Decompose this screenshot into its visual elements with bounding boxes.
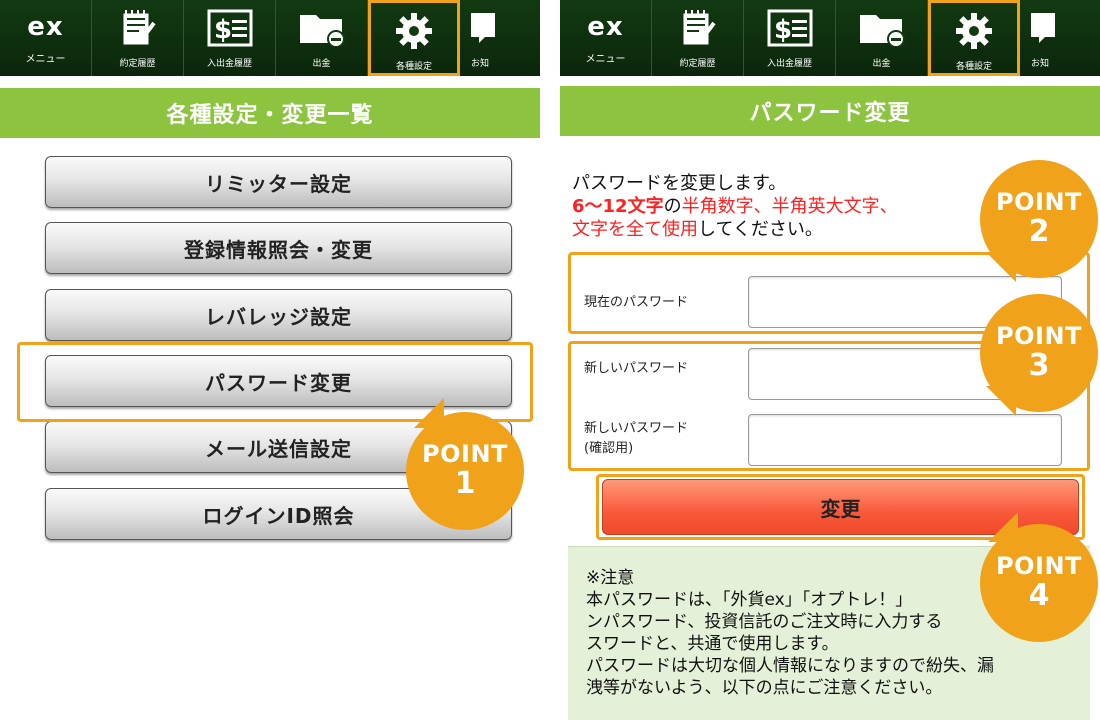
page-title: 各種設定・変更一覧	[0, 88, 540, 138]
point-number: 1	[454, 466, 476, 501]
current-password-label: 現在のパスワード	[584, 295, 689, 310]
notice-line: 洩等がないよう、以下の点にご注意ください。	[586, 678, 943, 698]
dollar-document-icon: $	[766, 6, 814, 50]
notice-line: スワードと、共通で使用します。	[586, 634, 839, 654]
gear-icon	[950, 9, 998, 53]
nav-label: メニュー	[25, 54, 66, 65]
length-requirement: 6～12文字	[572, 196, 664, 217]
badge-tail	[988, 512, 1018, 542]
nav-item-deposit-history[interactable]: $ 入出金履歴	[744, 0, 836, 76]
nav-item-trade-history[interactable]: 約定履歴	[92, 0, 184, 76]
instruction-ending: してください。	[698, 219, 823, 240]
nav-label: お知	[1030, 59, 1049, 69]
nav-label: 各種設定	[395, 62, 432, 72]
point-badge-1: POINT 1	[406, 398, 524, 530]
badge-tail	[414, 398, 444, 428]
instruction-particle: の	[663, 196, 682, 217]
notice-icon	[456, 6, 504, 50]
nav-item-withdraw[interactable]: 出金	[276, 0, 368, 76]
registration-info-button[interactable]: 登録情報照会・変更	[45, 222, 512, 274]
nav-label: お知	[470, 59, 489, 69]
screenshot-stage: ex メニュー 約定履歴 $ 入出金履歴 出金 各種設定 お知 各種設定・変更一…	[0, 0, 1100, 720]
nav-item-menu[interactable]: ex メニュー	[0, 0, 92, 76]
svg-text:$: $	[774, 15, 792, 45]
nav-item-notices[interactable]: お知	[460, 0, 500, 76]
nav-label: 各種設定	[955, 62, 992, 72]
point-number: 4	[1028, 578, 1050, 613]
gear-icon	[390, 9, 438, 53]
point-word: POINT	[996, 188, 1082, 216]
point-number: 2	[1028, 214, 1050, 249]
point-word: POINT	[996, 552, 1082, 580]
notepad-check-icon	[114, 6, 162, 50]
confirm-password-input[interactable]	[748, 414, 1062, 466]
nav-label: 出金	[872, 59, 891, 69]
confirm-password-label: 新しいパスワード	[584, 421, 689, 436]
ex-logo-icon: ex	[587, 12, 624, 42]
charset-requirement-cont: 文字を全て使用	[572, 219, 698, 240]
svg-text:$: $	[214, 15, 232, 45]
nav-item-settings[interactable]: 各種設定	[368, 0, 460, 76]
nav-item-notices[interactable]: お知	[1020, 0, 1060, 76]
limiter-settings-button[interactable]: リミッター設定	[45, 156, 512, 208]
point-number: 3	[1028, 348, 1050, 383]
charset-requirement: 半角数字、半角英大文字、	[681, 196, 898, 217]
dollar-document-icon: $	[206, 6, 254, 50]
settings-list-screen: ex メニュー 約定履歴 $ 入出金履歴 出金 各種設定 お知 各種設定・変更一…	[0, 0, 540, 720]
badge-tail	[986, 386, 1016, 416]
nav-label: メニュー	[585, 54, 626, 65]
nav-label: 約定履歴	[119, 59, 156, 69]
badge-tail	[986, 252, 1016, 282]
leverage-settings-button[interactable]: レバレッジ設定	[45, 289, 512, 341]
notepad-check-icon	[674, 6, 722, 50]
folder-withdraw-icon	[858, 6, 906, 50]
page-title: パスワード変更	[560, 86, 1100, 136]
folder-withdraw-icon	[298, 6, 346, 50]
nav-label: 入出金履歴	[206, 59, 252, 69]
top-nav-bar: ex メニュー 約定履歴 $ 入出金履歴 出金 各種設定 お知	[0, 0, 540, 76]
nav-label: 約定履歴	[679, 59, 716, 69]
point-badge-3: POINT 3	[980, 294, 1098, 416]
point-word: POINT	[996, 322, 1082, 350]
top-nav-bar: ex メニュー 約定履歴 $ 入出金履歴 出金 各種設定 お知	[560, 0, 1100, 76]
ex-logo-icon: ex	[27, 12, 64, 42]
point-word: POINT	[422, 440, 508, 468]
point-badge-2: POINT 2	[980, 160, 1098, 282]
nav-label: 入出金履歴	[766, 59, 812, 69]
password-change-screen: ex メニュー 約定履歴 $ 入出金履歴 出金 各種設定 お知 パスワード変更 …	[560, 0, 1100, 720]
nav-item-trade-history[interactable]: 約定履歴	[652, 0, 744, 76]
nav-item-withdraw[interactable]: 出金	[836, 0, 928, 76]
confirm-password-sublabel: (確認用)	[584, 441, 634, 456]
nav-label: 出金	[312, 59, 331, 69]
notice-line: パスワードは大切な個人情報になりますので紛失、漏	[586, 656, 994, 676]
nav-item-menu[interactable]: ex メニュー	[560, 0, 652, 76]
nav-item-deposit-history[interactable]: $ 入出金履歴	[184, 0, 276, 76]
point-badge-4: POINT 4	[980, 512, 1098, 642]
notice-icon	[1016, 6, 1064, 50]
nav-item-settings[interactable]: 各種設定	[928, 0, 1020, 76]
highlight-frame	[17, 342, 533, 422]
new-password-label: 新しいパスワード	[584, 361, 689, 376]
